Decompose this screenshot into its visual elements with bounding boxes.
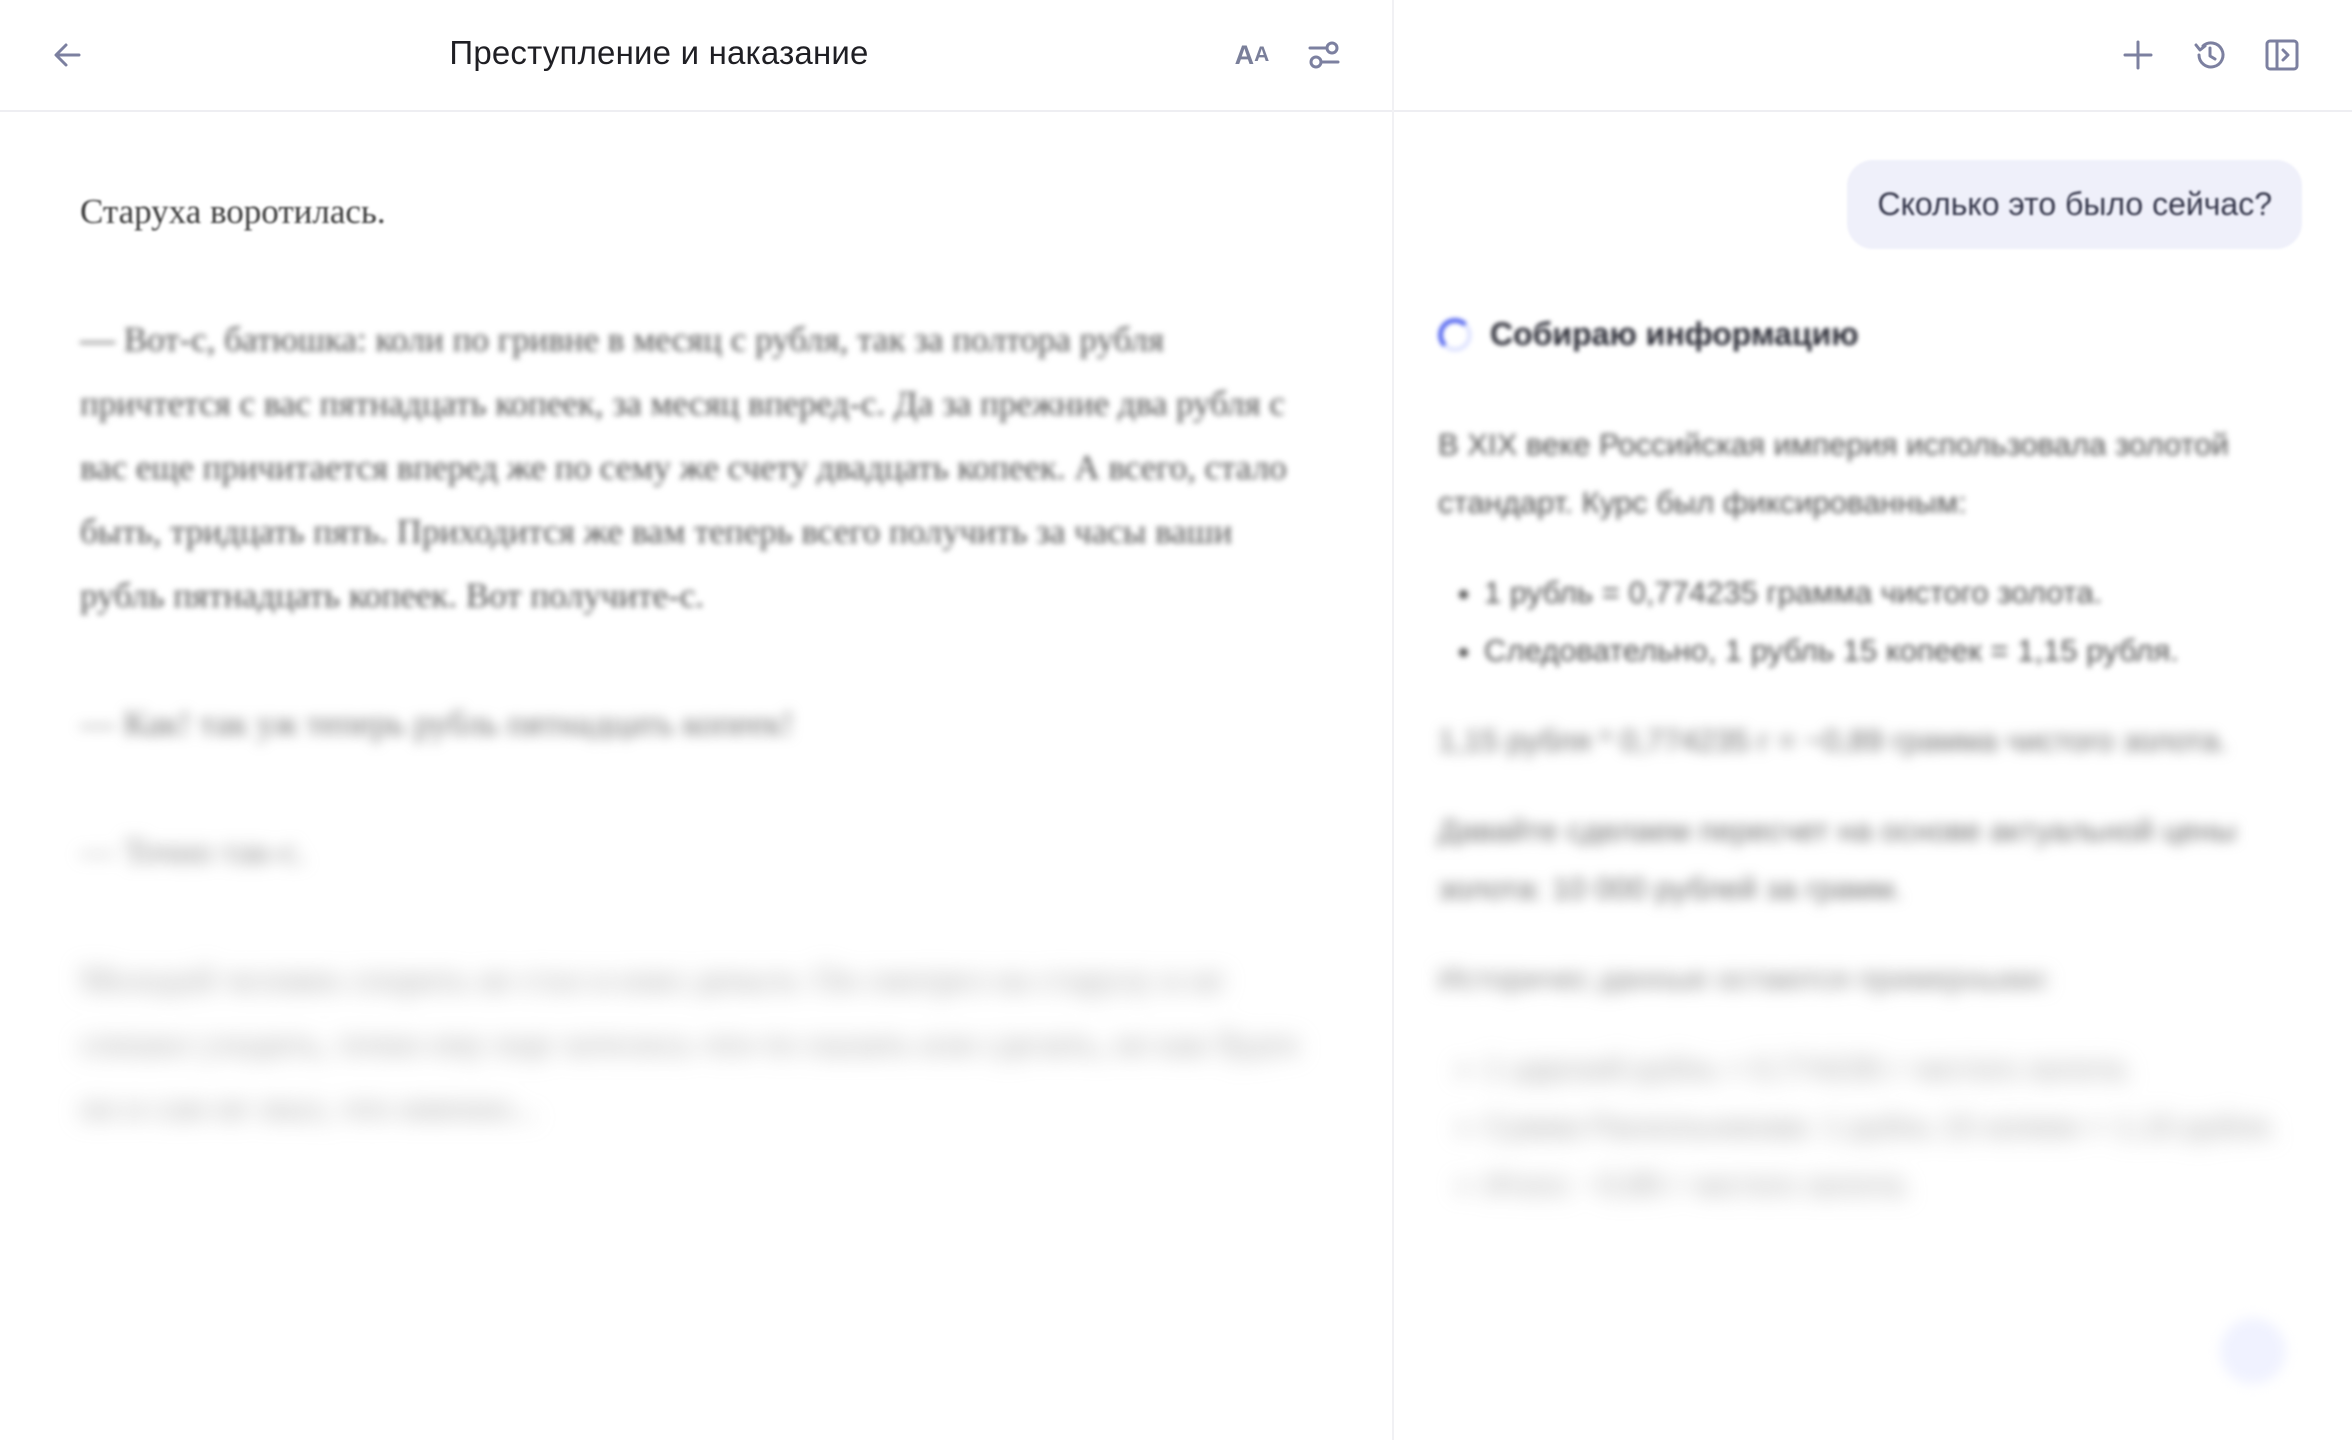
font-settings-button[interactable]: AA: [1228, 31, 1276, 79]
assistant-toolbar: [1394, 0, 2352, 112]
answer-list: 1 царский рубль = 0,774235 г чистого зол…: [1438, 1040, 2298, 1214]
list-item: 1 рубль = 0,774235 грамма чистого золота…: [1484, 564, 2298, 622]
book-paragraph: — Точно так-с.: [80, 832, 306, 871]
user-message-bubble: Сколько это было сейчас?: [1847, 160, 2302, 249]
status-indicator: Собираю информацию: [1438, 316, 1859, 353]
list-item: Сумма Раскольникова: 1 рубль 15 копеек =…: [1484, 1098, 2298, 1156]
book-paragraph: Старуха воротилась.: [80, 192, 386, 231]
history-icon: [2194, 41, 2225, 69]
list-item: Следовательно, 1 рубль 15 копеек = 1,15 …: [1484, 622, 2298, 680]
toggle-panel-button[interactable]: [2258, 31, 2306, 79]
font-size-icon: A: [1234, 39, 1255, 70]
history-button[interactable]: [2186, 31, 2234, 79]
reader-toolbar: Преступление и наказание AA: [0, 0, 1392, 112]
status-text: Собираю информацию: [1490, 316, 1859, 352]
book-paragraph: — Вот-с, батюшка: коли по гривне в месяц…: [80, 320, 1287, 615]
answer-paragraph: Давайте сделаем пересчет на основе актуа…: [1438, 813, 2237, 906]
sidebar-collapse-icon: [2265, 39, 2299, 71]
list-item: 1 царский рубль = 0,774235 г чистого зол…: [1484, 1040, 2298, 1098]
book-text: Старуха воротилась. — Вот-с, батюшка: ко…: [80, 180, 1310, 1204]
answer-list: 1 рубль = 0,774235 грамма чистого золота…: [1438, 564, 2298, 680]
display-settings-button[interactable]: [1300, 31, 1348, 79]
answer-paragraph: Историчес данные остаются примерными:: [1438, 961, 2052, 996]
reader-panel: Преступление и наказание AA Старуха воро…: [0, 0, 1392, 1440]
book-title: Преступление и наказание: [449, 34, 869, 71]
loading-spinner-icon: [1438, 317, 1472, 352]
book-paragraph: — Как! так уж теперь рубль пятнадцать ко…: [80, 704, 794, 743]
sliders-icon: [1308, 41, 1340, 69]
assistant-panel: Сколько это было сейчас? Собираю информа…: [1394, 0, 2352, 1440]
scroll-down-button[interactable]: [2220, 1318, 2286, 1384]
assistant-answer: В XIX веке Российская империя использова…: [1438, 416, 2298, 1246]
plus-icon: [2123, 40, 2153, 70]
answer-paragraph: 1,15 рубля * 0,774235 г = ~0,89 грамма ч…: [1438, 723, 2228, 758]
list-item: Итого: ~0,89 г чистого золота.: [1484, 1156, 2298, 1214]
new-chat-button[interactable]: [2114, 31, 2162, 79]
book-paragraph: Молодой человек спорить не стал и взял д…: [80, 960, 1299, 1127]
answer-paragraph: В XIX веке Российская империя использова…: [1438, 427, 2229, 520]
